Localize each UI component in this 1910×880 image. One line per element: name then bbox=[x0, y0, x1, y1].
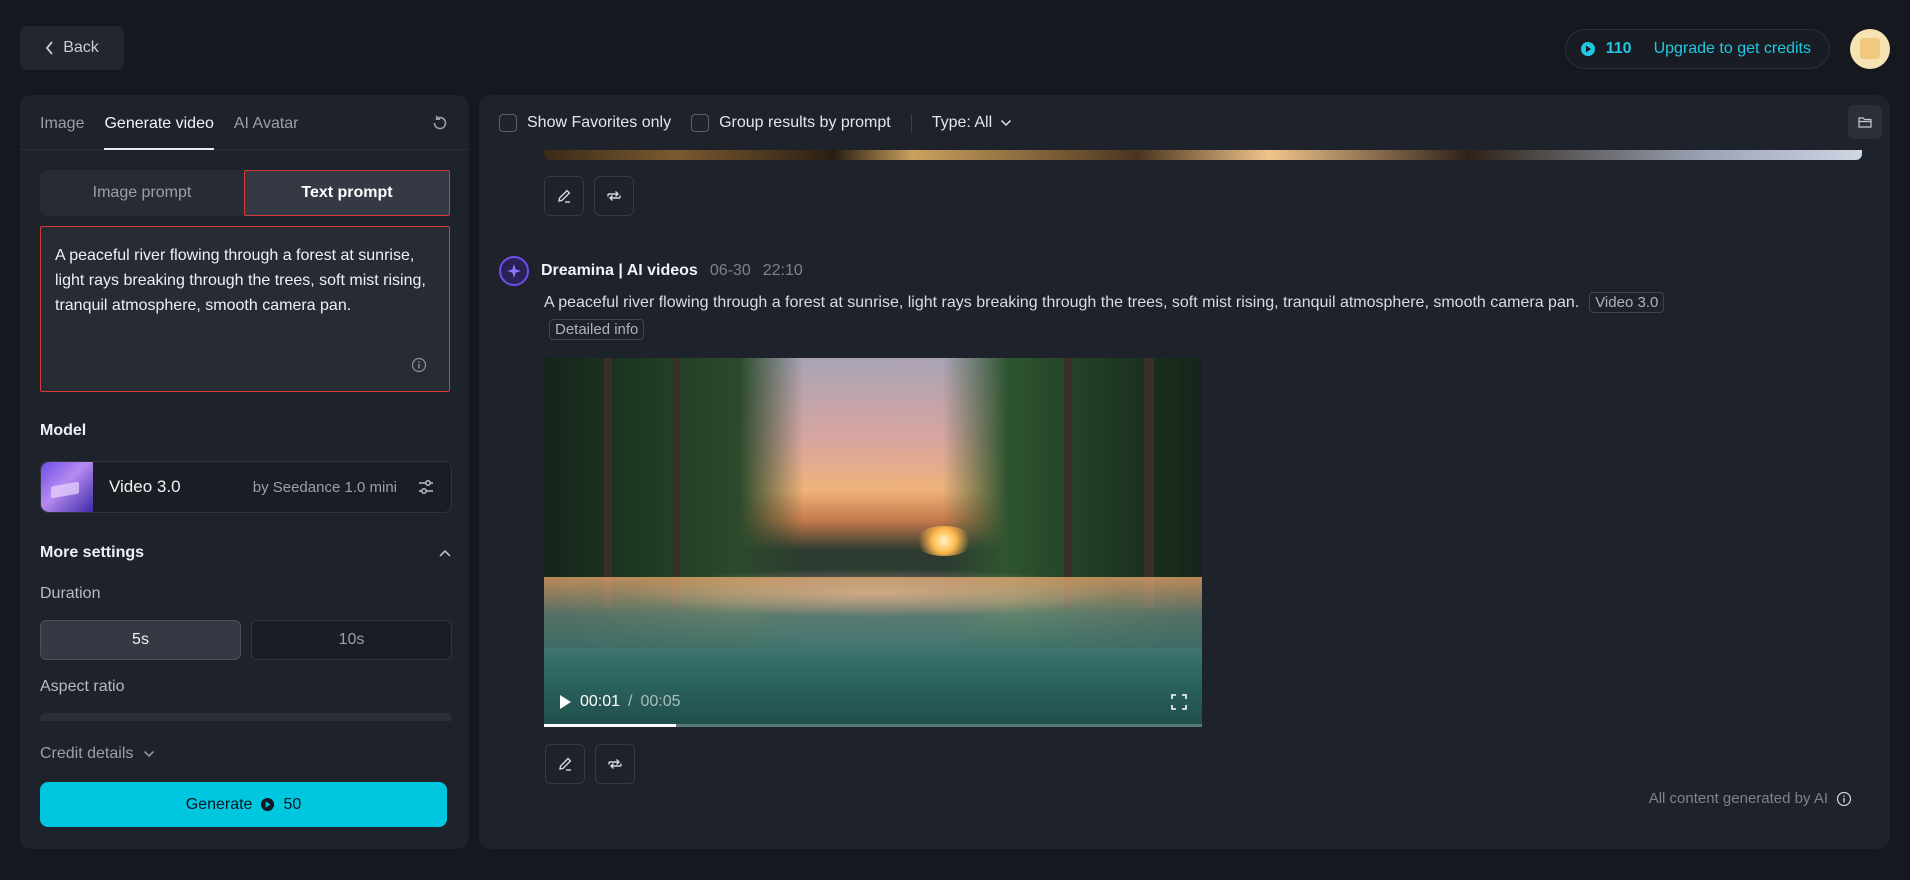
edit-prompt-button[interactable] bbox=[544, 176, 584, 216]
edit-icon bbox=[558, 189, 571, 203]
model-provider: by Seedance 1.0 mini bbox=[252, 478, 397, 496]
favorites-checkbox[interactable] bbox=[499, 113, 517, 132]
credit-icon bbox=[1580, 42, 1595, 56]
play-icon[interactable] bbox=[558, 694, 572, 710]
duration-5s-button[interactable]: 5s bbox=[40, 620, 241, 660]
video-time-separator: / bbox=[628, 693, 633, 710]
previous-result-thumbnails[interactable] bbox=[544, 150, 1862, 160]
sliders-icon[interactable] bbox=[417, 478, 435, 496]
divider bbox=[910, 113, 912, 132]
credit-details-label: Credit details bbox=[40, 745, 134, 762]
type-filter-dropdown[interactable]: Type: All bbox=[932, 114, 1012, 132]
chevron-up-icon[interactable] bbox=[438, 548, 452, 558]
back-label: Back bbox=[63, 39, 99, 56]
upgrade-link[interactable]: Upgrade to get credits bbox=[1654, 40, 1811, 58]
generation-date: 06-30 bbox=[709, 262, 751, 279]
prompt-textarea[interactable]: A peaceful river flowing through a fores… bbox=[40, 226, 450, 392]
video-progress-fill bbox=[544, 724, 676, 727]
info-icon[interactable] bbox=[411, 357, 427, 373]
left-panel: Image Generate video AI Avatar Image pro… bbox=[20, 95, 469, 849]
folder-icon bbox=[1858, 117, 1872, 128]
video-total-time: 00:05 bbox=[640, 693, 681, 710]
duration-label: Duration bbox=[40, 585, 101, 602]
video-frame-mist bbox=[624, 568, 1124, 618]
brand-name: Dreamina | AI videos bbox=[541, 262, 698, 279]
generation-header: Dreamina | AI videos 06-30 22:10 bbox=[499, 256, 803, 286]
generate-label: Generate bbox=[185, 795, 253, 813]
generate-cost: 50 bbox=[283, 795, 302, 813]
info-icon[interactable] bbox=[1836, 791, 1852, 807]
image-prompt-option[interactable]: Image prompt bbox=[40, 170, 244, 216]
chevron-down-icon bbox=[1001, 119, 1012, 126]
model-selector[interactable]: Video 3.0 by Seedance 1.0 mini bbox=[40, 461, 452, 513]
text-prompt-option[interactable]: Text prompt bbox=[244, 170, 450, 216]
generation-prompt-line: A peaceful river flowing through a fores… bbox=[544, 292, 1665, 313]
regenerate-icon bbox=[608, 759, 622, 769]
video-controls: 00:01 / 00:05 bbox=[544, 677, 1202, 727]
detailed-info-tag[interactable]: Detailed info bbox=[549, 319, 645, 340]
video-frame-trunk bbox=[1064, 358, 1072, 608]
brand-logo-icon bbox=[499, 256, 529, 286]
video-current-time: 00:01 bbox=[580, 693, 621, 710]
type-filter-label: Type: All bbox=[931, 113, 993, 131]
aspect-ratio-label: Aspect ratio bbox=[40, 678, 125, 695]
video-frame-trunk bbox=[604, 358, 612, 608]
edit-prompt-button[interactable] bbox=[545, 744, 585, 784]
regenerate-button[interactable] bbox=[594, 176, 634, 216]
folder-button[interactable] bbox=[1848, 105, 1882, 139]
group-checkbox[interactable] bbox=[691, 113, 710, 132]
generation-time: 22:10 bbox=[762, 262, 803, 279]
fullscreen-icon[interactable] bbox=[1170, 693, 1188, 711]
model-label: Model bbox=[40, 422, 87, 439]
more-settings-header[interactable]: More settings bbox=[40, 544, 452, 562]
group-label: Group results by prompt bbox=[719, 113, 891, 131]
mode-tabs: Image Generate video AI Avatar bbox=[20, 95, 469, 150]
regenerate-icon bbox=[607, 191, 621, 201]
prompt-text: A peaceful river flowing through a fores… bbox=[55, 247, 426, 314]
duration-10s-button[interactable]: 10s bbox=[251, 620, 452, 660]
credit-icon bbox=[261, 797, 275, 812]
group-filter[interactable]: Group results by prompt bbox=[691, 113, 891, 132]
favorites-filter[interactable]: Show Favorites only bbox=[499, 113, 672, 132]
chevron-left-icon bbox=[46, 41, 53, 55]
ai-content-footnote: All content generated by AI bbox=[1649, 790, 1852, 807]
tab-ai-avatar[interactable]: AI Avatar bbox=[234, 115, 299, 149]
tab-generate-video[interactable]: Generate video bbox=[104, 115, 215, 150]
generation-prompt: A peaceful river flowing through a fores… bbox=[544, 293, 1580, 311]
video-frame-sun bbox=[914, 526, 974, 556]
video-progress-bar[interactable] bbox=[544, 724, 1202, 727]
model-thumbnail bbox=[41, 462, 93, 512]
avatar[interactable] bbox=[1850, 29, 1890, 69]
chevron-down-icon bbox=[144, 750, 155, 758]
more-settings-label: More settings bbox=[40, 544, 145, 561]
refresh-icon[interactable] bbox=[431, 114, 449, 132]
video-player[interactable]: 00:01 / 00:05 bbox=[544, 358, 1202, 727]
edit-icon bbox=[559, 757, 572, 771]
credits-pill[interactable]: 110 Upgrade to get credits bbox=[1564, 29, 1830, 69]
credit-details-toggle[interactable]: Credit details bbox=[40, 745, 155, 763]
aspect-ratio-options[interactable] bbox=[40, 713, 452, 721]
regenerate-button[interactable] bbox=[595, 744, 635, 784]
back-button[interactable]: Back bbox=[20, 26, 124, 70]
tab-image[interactable]: Image bbox=[40, 115, 84, 149]
footnote-text: All content generated by AI bbox=[1648, 790, 1828, 807]
filter-bar: Show Favorites only Group results by pro… bbox=[479, 95, 1890, 150]
video-frame-trunk bbox=[674, 358, 680, 608]
video-frame-trunk bbox=[1144, 358, 1154, 608]
credit-count: 110 bbox=[1605, 40, 1632, 57]
model-name: Video 3.0 bbox=[109, 477, 181, 496]
favorites-label: Show Favorites only bbox=[527, 113, 672, 131]
model-tag[interactable]: Video 3.0 bbox=[1589, 292, 1665, 313]
results-panel: Show Favorites only Group results by pro… bbox=[479, 95, 1890, 849]
generate-button[interactable]: Generate 50 bbox=[40, 782, 447, 827]
prompt-mode-toggle: Image prompt Text prompt bbox=[40, 170, 450, 216]
